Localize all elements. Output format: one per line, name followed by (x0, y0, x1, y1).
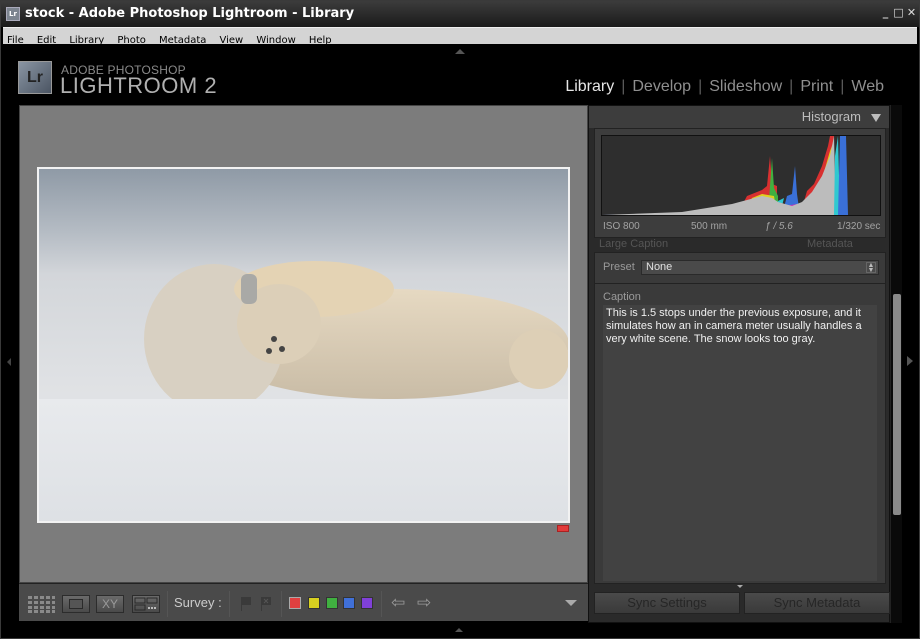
next-photo-button[interactable]: ⇨ (417, 594, 431, 612)
color-label-red[interactable] (289, 597, 301, 609)
brand-line2: LIGHTROOM 2 (60, 73, 218, 98)
caption-field[interactable]: This is 1.5 stops under the previous exp… (603, 305, 877, 581)
title-bar: Lr stock - Adobe Photoshop Lightroom - L… (1, 1, 919, 27)
module-web[interactable]: Web (851, 78, 884, 95)
panel-resize-handle-icon[interactable] (737, 585, 743, 588)
menu-file[interactable]: File (3, 32, 28, 47)
color-label-blue[interactable] (343, 597, 355, 609)
menu-photo[interactable]: Photo (113, 32, 150, 47)
grid-view-button[interactable] (27, 595, 55, 613)
metadata-panel: Preset None ▲ ▼ Caption This is 1.5 stops… (594, 252, 886, 584)
reject-flag-icon (261, 597, 271, 611)
scrollbar-thumb[interactable] (893, 294, 901, 515)
sync-settings-button[interactable]: Sync Settings (594, 592, 740, 614)
toolbar-separator (167, 591, 168, 617)
flag-reject-button[interactable] (260, 596, 272, 615)
histogram-title: Histogram (801, 109, 861, 124)
module-print[interactable]: Print (800, 78, 833, 95)
polar-bear-image (144, 261, 568, 414)
flag-icon (241, 597, 251, 611)
metadata-divider (595, 283, 885, 284)
collapse-triangle-icon[interactable] (871, 114, 881, 122)
histogram-panel: ISO 800 500 mm ƒ / 5.6 1/320 sec (594, 128, 886, 238)
histogram-iso: ISO 800 (603, 221, 640, 232)
menu-edit[interactable]: Edit (33, 32, 60, 47)
histogram-svg (602, 136, 848, 215)
survey-view-button[interactable] (132, 595, 160, 613)
close-button[interactable]: ✕ (905, 7, 918, 19)
menu-help[interactable]: Help (305, 32, 336, 47)
module-develop[interactable]: Develop (632, 78, 691, 95)
grid-icon (28, 596, 55, 613)
menu-window[interactable]: Window (252, 32, 299, 47)
menu-metadata[interactable]: Metadata (155, 32, 210, 47)
toolbar-separator (281, 591, 282, 617)
metadata-panel-title[interactable]: Metadata (807, 238, 853, 252)
histogram-focal-length: 500 mm (691, 221, 728, 232)
snow-ground (39, 399, 568, 521)
sync-metadata-button[interactable]: Sync Metadata (744, 592, 890, 614)
window-title: stock - Adobe Photoshop Lightroom - Libr… (25, 6, 355, 21)
caption-label: Caption (603, 291, 641, 303)
app-icon: Lr (6, 7, 20, 21)
previous-photo-button[interactable]: ⇦ (391, 594, 405, 612)
menu-library[interactable]: Library (65, 32, 108, 47)
flag-pick-button[interactable] (240, 596, 252, 615)
red-color-label-indicator (557, 525, 569, 532)
loupe-icon (69, 599, 83, 609)
minimize-button[interactable]: _ (879, 7, 892, 19)
lightroom-window: Lr stock - Adobe Photoshop Lightroom - L… (0, 0, 920, 639)
preset-value: None (646, 261, 673, 273)
toolbar-options-dropdown-icon[interactable] (565, 600, 577, 606)
filmstrip-collapse-icon[interactable] (455, 628, 463, 632)
right-panel-collapse-icon[interactable] (907, 356, 913, 366)
survey-label: Survey : (174, 595, 222, 610)
histogram-aperture: ƒ / 5.6 (765, 221, 793, 232)
compare-view-button[interactable]: XY (96, 595, 124, 613)
preset-label: Preset (603, 261, 635, 273)
module-slideshow[interactable]: Slideshow (709, 78, 782, 95)
top-panel-collapse-icon[interactable] (455, 49, 465, 54)
lightroom-logo: Lr (18, 61, 52, 94)
histogram-blue-highlight (838, 136, 848, 215)
module-library[interactable]: Library (565, 78, 614, 95)
histogram-graph[interactable] (601, 135, 881, 216)
survey-icon (134, 597, 158, 611)
right-panel: Histogram ISO 800 500 mm ƒ / 5.6 1/320 s… (588, 105, 890, 623)
loupe-view-button[interactable] (62, 595, 90, 613)
toolbar-separator (381, 591, 382, 617)
module-separator: | (698, 78, 703, 95)
menu-view[interactable]: View (215, 32, 247, 47)
left-panel-collapse-icon[interactable] (7, 358, 11, 366)
histogram-header[interactable]: Histogram (589, 106, 889, 128)
module-picker: Library | Develop | Slideshow | Print | Web (565, 78, 884, 96)
module-separator: | (789, 78, 794, 95)
module-separator: | (621, 78, 626, 95)
color-label-yellow[interactable] (308, 597, 320, 609)
updown-spinner-icon: ▲ ▼ (866, 262, 876, 274)
module-separator: | (840, 78, 845, 95)
toolbar-separator (229, 591, 230, 617)
metadata-view-selector[interactable]: Large Caption (599, 238, 668, 252)
color-label-green[interactable] (326, 597, 338, 609)
color-label-purple[interactable] (361, 597, 373, 609)
histogram-luminance (602, 136, 836, 215)
menu-bar: File Edit Library Photo Metadata View Wi… (3, 27, 917, 47)
main-photo[interactable] (37, 167, 570, 523)
toolbar: XY Survey : ⇦ ⇨ (19, 583, 588, 621)
preset-select[interactable]: None ▲ ▼ (641, 260, 879, 275)
maximize-button[interactable]: □ (892, 7, 905, 19)
histogram-shutter-speed: 1/320 sec (837, 221, 881, 232)
